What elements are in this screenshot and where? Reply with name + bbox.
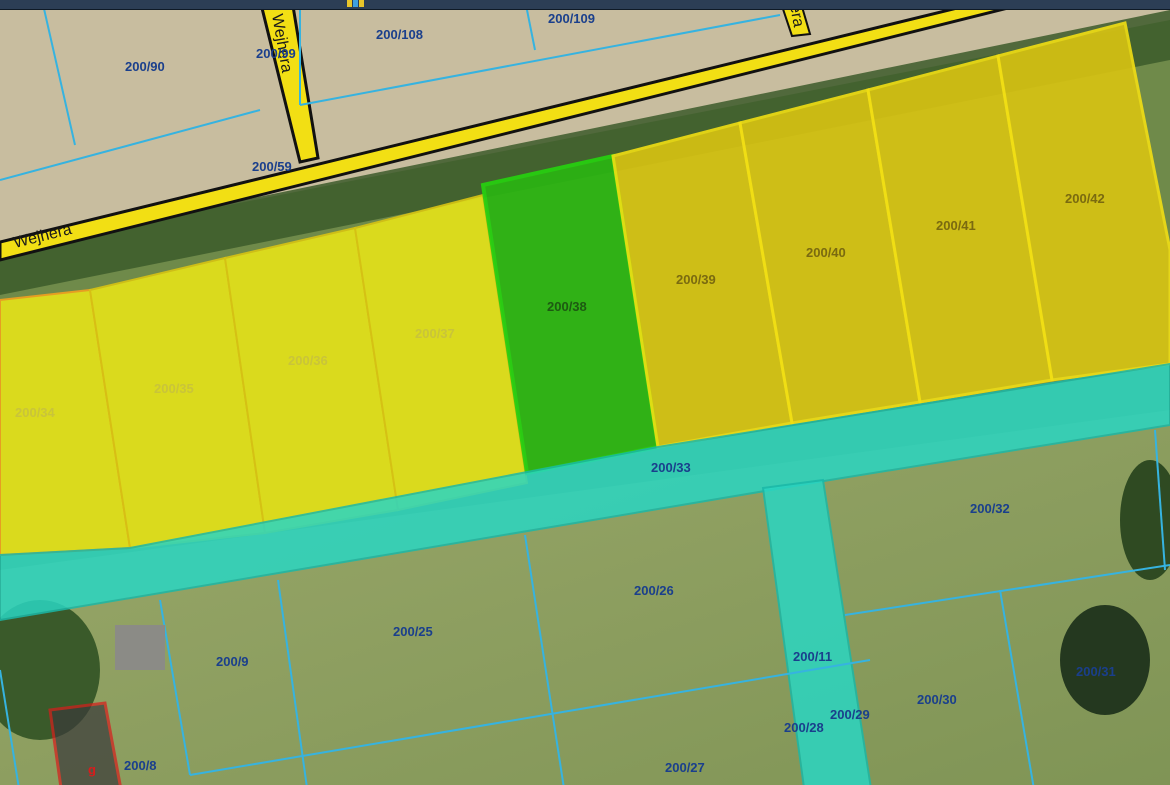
top-toolbar	[0, 0, 1170, 10]
building-marker-label: g	[88, 762, 96, 777]
parcel-label: 200/27	[665, 760, 705, 775]
parcel-label: 200/39	[676, 272, 716, 287]
parcel-label: 200/109	[548, 11, 595, 26]
parcel-label: 200/25	[393, 624, 433, 639]
parcel-label: 200/26	[634, 583, 674, 598]
parcel-label: 200/38	[547, 299, 587, 314]
layer-swatch-icon[interactable]	[347, 0, 364, 9]
parcel-label: 200/40	[806, 245, 846, 260]
parcel-label: 200/35	[154, 381, 194, 396]
parcel-label: 200/59	[252, 159, 292, 174]
tree-cluster	[1060, 605, 1150, 715]
parcel-label: 200/36	[288, 353, 328, 368]
parcel-label: 200/30	[917, 692, 957, 707]
parcel-label: 200/37	[415, 326, 455, 341]
parcel-label: 200/9	[216, 654, 249, 669]
map-view[interactable]: g Wejhera Wejhera era 200/90 200/99 200/…	[0, 0, 1170, 785]
parcel-label: 200/90	[125, 59, 165, 74]
parcel-label: 200/42	[1065, 191, 1105, 206]
parcel-label: 200/31	[1076, 664, 1116, 679]
parcel-label: 200/41	[936, 218, 976, 233]
parcel-label: 200/8	[124, 758, 157, 773]
parcel-label: 200/33	[651, 460, 691, 475]
parcel-label: 200/28	[784, 720, 824, 735]
map-canvas[interactable]: g Wejhera Wejhera era 200/90 200/99 200/…	[0, 10, 1170, 785]
parcel-label: 200/108	[376, 27, 423, 42]
parcel-label: 200/34	[15, 405, 56, 420]
parcel-label: 200/99	[256, 46, 296, 61]
parcel-label: 200/11	[793, 649, 832, 664]
parcel-label: 200/29	[830, 707, 870, 722]
shed-roof	[115, 625, 165, 670]
parcel-label: 200/32	[970, 501, 1010, 516]
